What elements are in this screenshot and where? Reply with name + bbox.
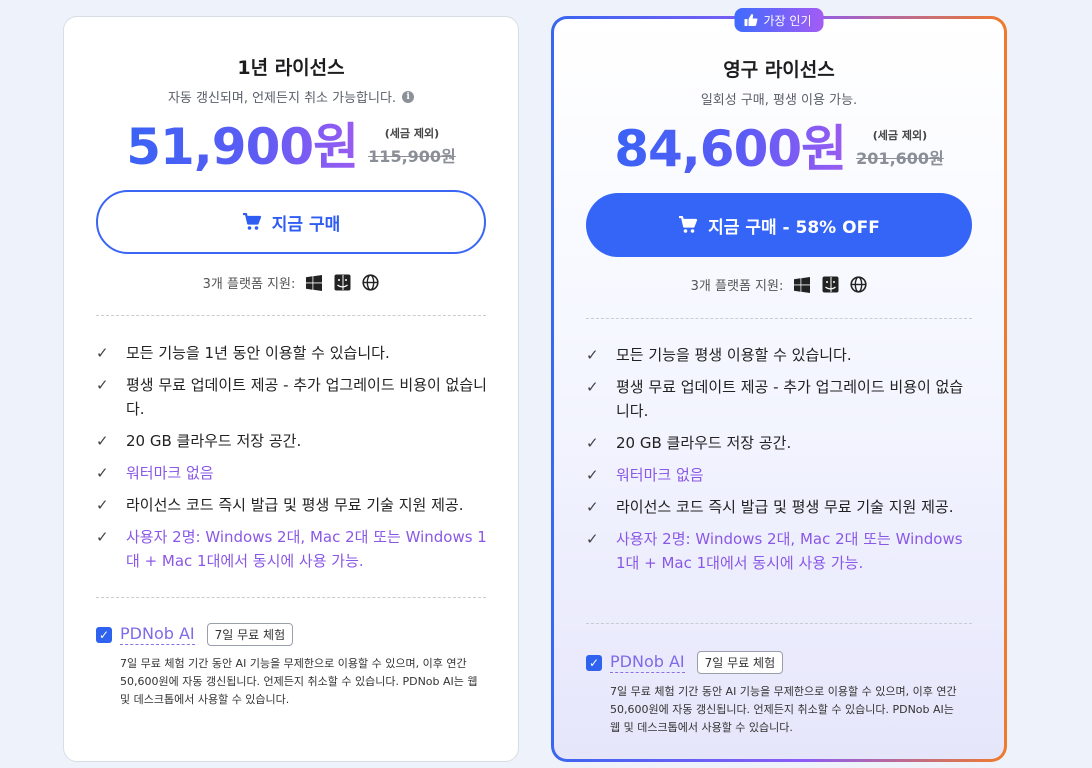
check-icon: ✓ bbox=[96, 464, 109, 482]
check-icon: ✓ bbox=[96, 496, 109, 514]
platform-support: 3개 플랫폼 지원: bbox=[64, 273, 518, 292]
buy-now-button[interactable]: 지금 구매 - 58% OFF bbox=[586, 193, 972, 257]
divider bbox=[586, 318, 972, 319]
feature-list: ✓ 모든 기능을 1년 동안 이용할 수 있습니다. ✓ 평생 무료 업데이트 제공… bbox=[96, 341, 488, 581]
buy-now-button[interactable]: 지금 구매 bbox=[96, 190, 486, 254]
ai-addon-checkbox[interactable]: ✓ bbox=[586, 654, 602, 671]
check-icon: ✓ bbox=[96, 344, 109, 362]
info-icon[interactable]: i bbox=[402, 90, 415, 103]
feature-item: ✓ 라이선스 코드 즉시 발급 및 평생 무료 기술 지원 제공. bbox=[586, 495, 974, 519]
ai-addon-name: PDNob AI bbox=[610, 652, 685, 673]
platform-support: 3개 플랫폼 지원: bbox=[554, 275, 1004, 294]
plan-subtitle: 일회성 구매, 평생 이용 가능. bbox=[554, 89, 1004, 108]
feature-item: ✓ 평생 무료 업데이트 제공 - 추가 업그레이드 비용이 없습니다. bbox=[96, 373, 488, 421]
price-row: 84,600원 (세금 제외) 201,600원 bbox=[554, 119, 1004, 179]
platforms-label: 3개 플랫폼 지원: bbox=[202, 277, 296, 292]
buy-now-label: 지금 구매 - 58% OFF bbox=[708, 217, 880, 238]
feature-item: ✓ 사용자 2명: Windows 2대, Mac 2대 또는 Windows 1… bbox=[586, 527, 974, 575]
current-price: 51,900원 bbox=[126, 118, 359, 176]
divider bbox=[96, 315, 486, 316]
ai-addon-name: PDNob AI bbox=[120, 624, 195, 645]
check-icon: ✓ bbox=[96, 376, 109, 394]
feature-item: ✓ 모든 기능을 평생 이용할 수 있습니다. bbox=[586, 343, 974, 367]
plan-subtitle: 자동 갱신되며, 언제든지 취소 가능합니다. i bbox=[64, 87, 518, 106]
check-icon: ✓ bbox=[586, 434, 599, 452]
feature-list: ✓ 모든 기능을 평생 이용할 수 있습니다. ✓ 평생 무료 업데이트 제공 - … bbox=[586, 343, 974, 583]
buy-now-label: 지금 구매 bbox=[271, 214, 341, 235]
check-icon: ✓ bbox=[586, 346, 599, 364]
globe-icon bbox=[849, 276, 867, 294]
ai-addon-description: 7일 무료 체험 기간 동안 AI 기능을 무제한으로 이용할 수 있으며, 이… bbox=[120, 657, 478, 706]
popular-badge-label: 가장 인기 bbox=[763, 13, 812, 28]
ai-addon-description: 7일 무료 체험 기간 동안 AI 기능을 무제한으로 이용할 수 있으며, 이… bbox=[610, 685, 957, 734]
check-icon: ✓ bbox=[96, 528, 109, 546]
feature-item: ✓ 평생 무료 업데이트 제공 - 추가 업그레이드 비용이 없습니다. bbox=[586, 375, 974, 423]
platforms-label: 3개 플랫폼 지원: bbox=[690, 279, 784, 294]
original-price: 201,600원 bbox=[856, 149, 944, 168]
plan-card-lifetime: 가장 인기 영구 라이선스 일회성 구매, 평생 이용 가능. 84,600원 … bbox=[551, 8, 1007, 762]
ai-addon-row: ✓ PDNob AI 7일 무료 체험 bbox=[586, 651, 784, 674]
feature-item: ✓ 모든 기능을 1년 동안 이용할 수 있습니다. bbox=[96, 341, 488, 365]
trial-badge: 7일 무료 체험 bbox=[206, 623, 294, 646]
price-side: (세금 제외) 115,900원 bbox=[368, 117, 456, 167]
ai-addon-checkbox[interactable]: ✓ bbox=[96, 626, 112, 643]
feature-item: ✓ 사용자 2명: Windows 2대, Mac 2대 또는 Windows 1… bbox=[96, 525, 488, 573]
plan-title: 1년 라이선스 bbox=[237, 57, 345, 79]
check-icon: ✓ bbox=[586, 466, 599, 484]
feature-item: ✓ 20 GB 클라우드 저장 공간. bbox=[96, 429, 488, 453]
check-icon: ✓ bbox=[586, 498, 599, 516]
popular-badge: 가장 인기 bbox=[734, 8, 824, 32]
feature-item: ✓ 워터마크 없음 bbox=[96, 461, 488, 485]
price-side: (세금 제외) 201,600원 bbox=[856, 119, 944, 169]
mac-finder-icon bbox=[333, 274, 351, 292]
check-icon: ✓ bbox=[586, 530, 599, 548]
feature-item: ✓ 라이선스 코드 즉시 발급 및 평생 무료 기술 지원 제공. bbox=[96, 493, 488, 517]
feature-item: ✓ 워터마크 없음 bbox=[586, 463, 974, 487]
feature-item: ✓ 20 GB 클라우드 저장 공간. bbox=[586, 431, 974, 455]
plan-subtitle-text: 일회성 구매, 평생 이용 가능. bbox=[700, 93, 858, 108]
plan-title: 영구 라이선스 bbox=[723, 59, 835, 81]
current-price: 84,600원 bbox=[614, 120, 847, 178]
windows-icon bbox=[793, 276, 811, 294]
cart-icon bbox=[679, 216, 698, 233]
price-row: 51,900원 (세금 제외) 115,900원 bbox=[64, 117, 518, 177]
mac-finder-icon bbox=[821, 276, 839, 294]
plan-subtitle-text: 자동 갱신되며, 언제든지 취소 가능합니다. bbox=[167, 91, 397, 106]
tax-note: (세금 제외) bbox=[872, 129, 928, 142]
divider bbox=[96, 597, 486, 598]
tax-note: (세금 제외) bbox=[384, 127, 440, 140]
ai-addon-row: ✓ PDNob AI 7일 무료 체험 bbox=[96, 623, 294, 646]
windows-icon bbox=[305, 274, 323, 292]
check-icon: ✓ bbox=[96, 432, 109, 450]
trial-badge: 7일 무료 체험 bbox=[696, 651, 784, 674]
original-price: 115,900원 bbox=[368, 147, 456, 166]
globe-icon bbox=[361, 274, 379, 292]
cart-icon bbox=[242, 213, 261, 230]
plan-card-annual: 1년 라이선스 자동 갱신되며, 언제든지 취소 가능합니다. i 51,900… bbox=[63, 16, 519, 762]
thumbs-up-icon bbox=[744, 14, 758, 26]
divider bbox=[586, 623, 972, 624]
check-icon: ✓ bbox=[586, 378, 599, 396]
